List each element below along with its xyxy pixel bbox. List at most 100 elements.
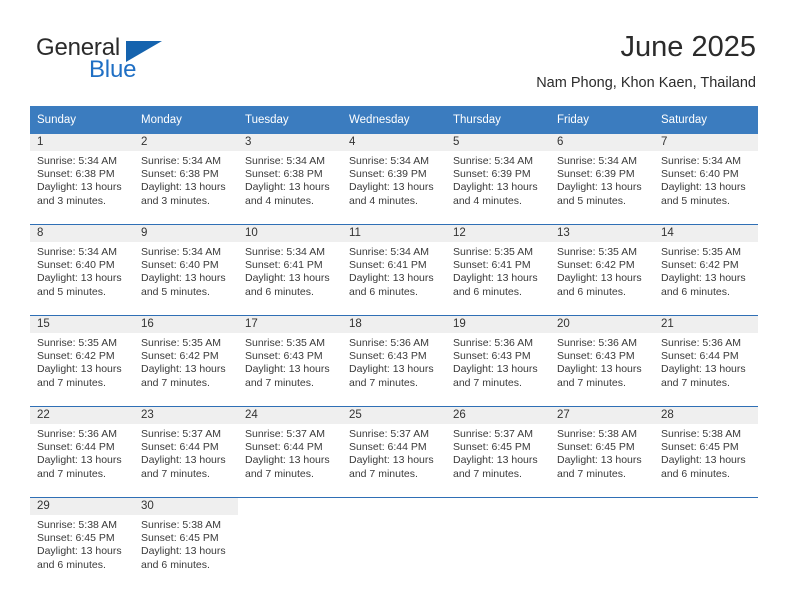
sunset-text: Sunset: 6:42 PM: [141, 350, 219, 363]
calendar-day-cell[interactable]: 18 Sunrise: 5:36 AM Sunset: 6:43 PM Dayligh…: [342, 315, 446, 407]
sunrise-text: Sunrise: 5:35 AM: [557, 246, 637, 258]
sunrise-text: Sunrise: 5:38 AM: [557, 428, 637, 440]
calendar-day-cell[interactable]: 24 Sunrise: 5:37 AM Sunset: 6:44 PM Dayligh…: [238, 406, 342, 498]
daylight-text-line2: and 3 minutes.: [141, 194, 210, 207]
calendar-day-cell[interactable]: 28 Sunrise: 5:38 AM Sunset: 6:45 PM Dayligh…: [654, 406, 758, 498]
day-details: Sunrise: 5:35 AM Sunset: 6:41 PM Daylight:…: [446, 242, 550, 299]
sunset-text: Sunset: 6:42 PM: [557, 259, 635, 272]
daylight-text-line1: Daylight: 13 hours: [141, 272, 226, 285]
calendar-day-cell[interactable]: 29 Sunrise: 5:38 AM Sunset: 6:45 PM Dayligh…: [30, 497, 134, 588]
sunrise-text: Sunrise: 5:37 AM: [453, 428, 533, 440]
calendar-day-cell[interactable]: 7 Sunrise: 5:34 AM Sunset: 6:40 PM Daylight…: [654, 134, 758, 225]
day-number: 30: [134, 498, 238, 515]
weekday-header-friday: Friday: [550, 106, 654, 134]
day-number: 22: [30, 407, 134, 424]
calendar-day-cell[interactable]: 5 Sunrise: 5:34 AM Sunset: 6:39 PM Daylight…: [446, 134, 550, 225]
day-number: [238, 498, 342, 515]
calendar-day-cell[interactable]: 14 Sunrise: 5:35 AM Sunset: 6:42 PM Dayligh…: [654, 224, 758, 316]
weekday-header-wednesday: Wednesday: [342, 106, 446, 134]
calendar-day-cell[interactable]: 13 Sunrise: 5:35 AM Sunset: 6:42 PM Dayligh…: [550, 224, 654, 316]
calendar-day-cell[interactable]: 16 Sunrise: 5:35 AM Sunset: 6:42 PM Dayligh…: [134, 315, 238, 407]
title-block: June 2025 Nam Phong, Khon Kaen, Thailand: [536, 30, 756, 92]
sunset-text: Sunset: 6:43 PM: [349, 350, 427, 363]
sunrise-text: Sunrise: 5:38 AM: [141, 519, 221, 531]
calendar-day-cell[interactable]: 17 Sunrise: 5:35 AM Sunset: 6:43 PM Dayligh…: [238, 315, 342, 407]
daylight-text-line2: and 7 minutes.: [245, 467, 314, 480]
calendar-day-cell[interactable]: 10 Sunrise: 5:34 AM Sunset: 6:41 PM Dayligh…: [238, 224, 342, 316]
calendar-day-cell[interactable]: 11 Sunrise: 5:34 AM Sunset: 6:41 PM Dayligh…: [342, 224, 446, 316]
daylight-text-line1: Daylight: 13 hours: [349, 272, 434, 285]
sunrise-text: Sunrise: 5:34 AM: [349, 246, 429, 258]
day-details: Sunrise: 5:34 AM Sunset: 6:39 PM Daylight:…: [342, 151, 446, 208]
calendar-day-cell[interactable]: 30 Sunrise: 5:38 AM Sunset: 6:45 PM Dayligh…: [134, 497, 238, 588]
sunset-text: Sunset: 6:44 PM: [245, 441, 323, 454]
calendar-body: 1 Sunrise: 5:34 AM Sunset: 6:38 PM Daylight…: [30, 134, 758, 588]
day-number: 26: [446, 407, 550, 424]
day-details: Sunrise: 5:34 AM Sunset: 6:38 PM Daylight:…: [30, 151, 134, 208]
sunset-text: Sunset: 6:38 PM: [245, 168, 323, 181]
daylight-text-line1: Daylight: 13 hours: [557, 181, 642, 194]
calendar-day-cell[interactable]: 23 Sunrise: 5:37 AM Sunset: 6:44 PM Dayligh…: [134, 406, 238, 498]
calendar-day-cell[interactable]: 4 Sunrise: 5:34 AM Sunset: 6:39 PM Daylight…: [342, 134, 446, 225]
daylight-text-line1: Daylight: 13 hours: [453, 272, 538, 285]
daylight-text-line1: Daylight: 13 hours: [245, 272, 330, 285]
daylight-text-line1: Daylight: 13 hours: [349, 454, 434, 467]
calendar-day-cell[interactable]: 15 Sunrise: 5:35 AM Sunset: 6:42 PM Dayligh…: [30, 315, 134, 407]
sunrise-text: Sunrise: 5:34 AM: [453, 155, 533, 167]
day-number: 3: [238, 134, 342, 151]
daylight-text-line2: and 7 minutes.: [245, 376, 314, 389]
day-number: 29: [30, 498, 134, 515]
calendar-day-cell[interactable]: 6 Sunrise: 5:34 AM Sunset: 6:39 PM Daylight…: [550, 134, 654, 225]
general-blue-logo[interactable]: General Blue: [36, 36, 256, 92]
weekday-header-monday: Monday: [134, 106, 238, 134]
sunrise-text: Sunrise: 5:35 AM: [141, 337, 221, 349]
sunrise-text: Sunrise: 5:35 AM: [661, 246, 741, 258]
day-details: Sunrise: 5:34 AM Sunset: 6:39 PM Daylight:…: [446, 151, 550, 208]
weekday-header-sunday: Sunday: [30, 106, 134, 134]
daylight-text-line2: and 6 minutes.: [661, 467, 730, 480]
calendar-day-cell[interactable]: 21 Sunrise: 5:36 AM Sunset: 6:44 PM Dayligh…: [654, 315, 758, 407]
calendar-day-cell[interactable]: 22 Sunrise: 5:36 AM Sunset: 6:44 PM Dayligh…: [30, 406, 134, 498]
day-details: Sunrise: 5:36 AM Sunset: 6:43 PM Daylight:…: [550, 333, 654, 390]
sunset-text: Sunset: 6:40 PM: [661, 168, 739, 181]
sunset-text: Sunset: 6:38 PM: [141, 168, 219, 181]
day-number: 23: [134, 407, 238, 424]
day-details: Sunrise: 5:38 AM Sunset: 6:45 PM Daylight:…: [30, 515, 134, 572]
daylight-text-line1: Daylight: 13 hours: [37, 363, 122, 376]
calendar-day-cell[interactable]: 3 Sunrise: 5:34 AM Sunset: 6:38 PM Daylight…: [238, 134, 342, 225]
calendar-day-cell[interactable]: 1 Sunrise: 5:34 AM Sunset: 6:38 PM Daylight…: [30, 134, 134, 225]
daylight-text-line2: and 7 minutes.: [349, 467, 418, 480]
calendar-day-cell[interactable]: 27 Sunrise: 5:38 AM Sunset: 6:45 PM Dayligh…: [550, 406, 654, 498]
daylight-text-line1: Daylight: 13 hours: [661, 363, 746, 376]
calendar-day-cell[interactable]: 19 Sunrise: 5:36 AM Sunset: 6:43 PM Dayligh…: [446, 315, 550, 407]
calendar-day-cell[interactable]: 8 Sunrise: 5:34 AM Sunset: 6:40 PM Daylight…: [30, 224, 134, 316]
calendar-table: Sunday Monday Tuesday Wednesday Thursday…: [30, 106, 758, 588]
day-number: 21: [654, 316, 758, 333]
calendar-day-cell[interactable]: 12 Sunrise: 5:35 AM Sunset: 6:41 PM Dayligh…: [446, 224, 550, 316]
day-details: Sunrise: 5:37 AM Sunset: 6:45 PM Daylight:…: [446, 424, 550, 481]
calendar-day-cell[interactable]: 2 Sunrise: 5:34 AM Sunset: 6:38 PM Daylight…: [134, 134, 238, 225]
daylight-text-line2: and 6 minutes.: [349, 285, 418, 298]
day-number: 17: [238, 316, 342, 333]
calendar-day-cell[interactable]: 9 Sunrise: 5:34 AM Sunset: 6:40 PM Daylight…: [134, 224, 238, 316]
sunset-text: Sunset: 6:40 PM: [141, 259, 219, 272]
daylight-text-line2: and 4 minutes.: [245, 194, 314, 207]
daylight-text-line1: Daylight: 13 hours: [453, 454, 538, 467]
daylight-text-line1: Daylight: 13 hours: [37, 272, 122, 285]
daylight-text-line2: and 6 minutes.: [37, 558, 106, 571]
day-number: 4: [342, 134, 446, 151]
daylight-text-line1: Daylight: 13 hours: [37, 181, 122, 194]
day-details: Sunrise: 5:35 AM Sunset: 6:42 PM Daylight:…: [134, 333, 238, 390]
day-details: Sunrise: 5:34 AM Sunset: 6:38 PM Daylight:…: [134, 151, 238, 208]
daylight-text-line1: Daylight: 13 hours: [557, 363, 642, 376]
calendar-day-cell[interactable]: 25 Sunrise: 5:37 AM Sunset: 6:44 PM Dayligh…: [342, 406, 446, 498]
daylight-text-line1: Daylight: 13 hours: [245, 454, 330, 467]
day-details: Sunrise: 5:34 AM Sunset: 6:38 PM Daylight:…: [238, 151, 342, 208]
daylight-text-line1: Daylight: 13 hours: [141, 181, 226, 194]
calendar-day-cell[interactable]: 20 Sunrise: 5:36 AM Sunset: 6:43 PM Dayligh…: [550, 315, 654, 407]
day-number: 25: [342, 407, 446, 424]
sunrise-text: Sunrise: 5:34 AM: [349, 155, 429, 167]
sunrise-text: Sunrise: 5:34 AM: [245, 246, 325, 258]
sunset-text: Sunset: 6:45 PM: [557, 441, 635, 454]
calendar-day-cell[interactable]: 26 Sunrise: 5:37 AM Sunset: 6:45 PM Dayligh…: [446, 406, 550, 498]
